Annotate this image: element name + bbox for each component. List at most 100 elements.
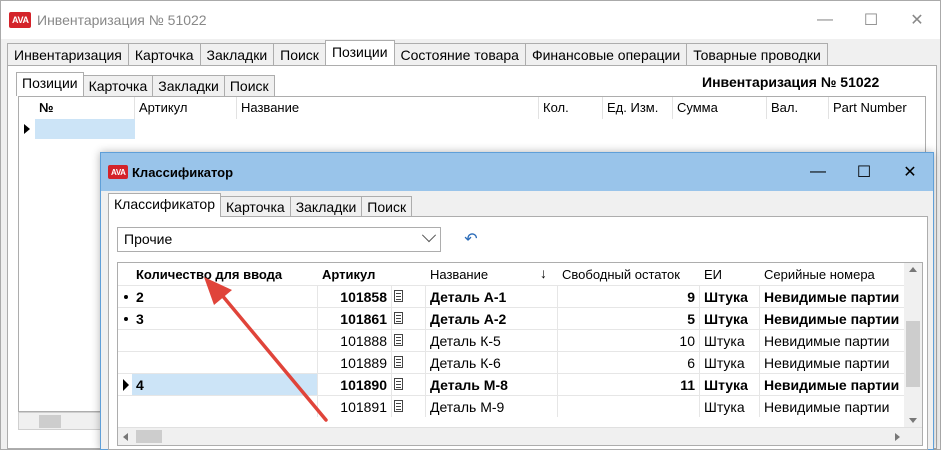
col-header-unit[interactable]: Ед. Изм. — [603, 97, 673, 119]
main-titlebar: АVА Инвентаризация № 51022 — ☐ ✕ — [1, 1, 940, 39]
col-header-name[interactable]: Название — [237, 97, 539, 119]
document-icon[interactable] — [394, 378, 403, 390]
tab-inventory[interactable]: Инвентаризация — [7, 43, 129, 65]
col-header-sum[interactable]: Сумма — [673, 97, 767, 119]
inner-tab-search[interactable]: Поиск — [223, 75, 275, 96]
row-marker-dot-icon — [124, 295, 128, 299]
classifier-hscrollbar[interactable] — [118, 427, 922, 445]
col-header-unit[interactable]: ЕИ — [700, 263, 760, 285]
category-select-value: Прочие — [124, 231, 173, 247]
cell-qty-input[interactable]: 2 — [132, 286, 318, 307]
tab-goods-postings[interactable]: Товарные проводки — [686, 43, 828, 65]
col-header-part-number[interactable]: Part Number — [829, 97, 925, 119]
table-row[interactable]: 101888 Деталь К-5 10 Штука Невидимые партии — [118, 329, 908, 351]
scroll-down-icon[interactable] — [909, 418, 917, 423]
refresh-icon[interactable]: ↶ — [462, 231, 480, 249]
cell-unit: Штука — [700, 330, 760, 351]
scroll-right-icon[interactable] — [895, 433, 900, 441]
maximize-icon[interactable]: ☐ — [848, 1, 894, 39]
cell-unit: Штука — [700, 374, 760, 395]
cell-free-stock: 11 — [558, 374, 700, 395]
inner-tabs: Позиции Карточка Закладки Поиск — [16, 72, 275, 96]
col-header-num[interactable]: № — [35, 97, 135, 119]
document-icon[interactable] — [394, 334, 403, 346]
close-icon[interactable]: ✕ — [894, 1, 940, 39]
col-header-serials[interactable]: Серийные номера — [760, 263, 910, 285]
table-row[interactable]: 3 101861 Деталь А-2 5 Штука Невидимые партии — [118, 307, 908, 329]
table-row[interactable]: 2 101858 Деталь А-1 9 Штука Невидимые партии — [118, 285, 908, 307]
cell-free-stock: 10 — [558, 330, 700, 351]
app-logo-icon: АVА — [9, 12, 31, 28]
dlg-tab-card[interactable]: Карточка — [220, 196, 291, 217]
cell-qty-input[interactable]: 4 — [132, 374, 318, 395]
col-header-article[interactable]: Артикул — [318, 263, 388, 285]
dialog-titlebar: АVА Классификатор — ☐ ✕ — [101, 153, 933, 191]
scroll-up-icon[interactable] — [909, 267, 917, 272]
cell-article: 101888 — [318, 330, 392, 351]
main-window-title: Инвентаризация № 51022 — [37, 12, 207, 28]
classifier-vscroll-thumb[interactable] — [906, 321, 920, 387]
classifier-hscroll-thumb[interactable] — [136, 430, 162, 443]
selected-cell[interactable] — [35, 119, 135, 139]
classifier-grid[interactable]: Количество для ввода Артикул Название ↓ … — [117, 262, 923, 446]
dialog-close-icon[interactable]: ✕ — [887, 153, 933, 191]
col-header-qty-input[interactable]: Количество для ввода — [132, 263, 318, 285]
dialog-tabs: Классификатор Карточка Закладки Поиск — [108, 193, 413, 217]
current-row-indicator-icon — [24, 124, 30, 134]
sort-desc-icon: ↓ — [540, 265, 547, 281]
document-icon[interactable] — [394, 400, 403, 412]
inner-tab-bookmarks[interactable]: Закладки — [152, 75, 225, 96]
cell-article: 101890 — [318, 374, 392, 395]
tab-positions[interactable]: Позиции — [324, 40, 395, 65]
cell-unit: Штука — [700, 396, 760, 417]
table-row[interactable]: 101889 Деталь К-6 6 Штука Невидимые партии — [118, 351, 908, 373]
dialog-maximize-icon[interactable]: ☐ — [841, 153, 887, 191]
minimize-icon[interactable]: — — [802, 1, 848, 39]
positions-hscroll-thumb[interactable] — [39, 415, 61, 428]
document-icon[interactable] — [394, 312, 403, 324]
cell-serials: Невидимые партии — [760, 374, 908, 395]
cell-article: 101858 — [318, 286, 392, 307]
scroll-left-icon[interactable] — [123, 433, 128, 441]
cell-serials: Невидимые партии — [760, 286, 908, 307]
inner-tab-card[interactable]: Карточка — [82, 75, 154, 96]
category-select[interactable]: Прочие — [117, 227, 441, 252]
tab-card[interactable]: Карточка — [127, 43, 201, 65]
tab-goods-state[interactable]: Состояние товара — [393, 43, 526, 65]
classifier-panel: Прочие ↶ Количество для ввода Артикул На… — [108, 216, 928, 450]
inner-tab-positions[interactable]: Позиции — [16, 72, 84, 96]
cell-name: Деталь К-5 — [426, 330, 558, 351]
cell-serials: Невидимые партии — [760, 396, 908, 417]
dlg-tab-bookmarks[interactable]: Закладки — [289, 196, 363, 217]
dialog-minimize-icon[interactable]: — — [795, 153, 841, 191]
dlg-tab-search[interactable]: Поиск — [361, 196, 413, 217]
table-row[interactable]: 101891 Деталь М-9 Штука Невидимые партии — [118, 395, 908, 417]
dlg-tab-classifier[interactable]: Классификатор — [108, 193, 222, 217]
cell-free-stock: 5 — [558, 308, 700, 329]
col-header-article[interactable]: Артикул — [135, 97, 237, 119]
classifier-vscrollbar[interactable] — [904, 263, 922, 427]
document-title: Инвентаризация № 51022 — [702, 74, 880, 90]
tab-financial-ops[interactable]: Финансовые операции — [524, 43, 688, 65]
col-header-currency[interactable]: Вал. — [767, 97, 829, 119]
col-header-qty[interactable]: Кол. — [539, 97, 603, 119]
cell-name: Деталь А-2 — [426, 308, 558, 329]
document-icon[interactable] — [394, 290, 403, 302]
tab-bookmarks[interactable]: Закладки — [199, 43, 275, 65]
col-header-name[interactable]: Название — [426, 263, 548, 285]
cell-qty-input[interactable] — [132, 330, 318, 351]
cell-article: 101889 — [318, 352, 392, 373]
col-header-free-stock[interactable]: Свободный остаток — [558, 263, 700, 285]
document-icon[interactable] — [394, 356, 403, 368]
cell-qty-input[interactable] — [132, 352, 318, 373]
dialog-logo-icon: АVА — [108, 165, 128, 179]
cell-name: Деталь М-8 — [426, 374, 558, 395]
main-tabs: Инвентаризация Карточка Закладки Поиск П… — [1, 39, 940, 65]
cell-serials: Невидимые партии — [760, 330, 908, 351]
tab-search[interactable]: Поиск — [273, 43, 326, 65]
chevron-down-icon[interactable] — [421, 228, 437, 243]
cell-qty-input[interactable] — [132, 396, 318, 417]
cell-free-stock — [558, 396, 700, 417]
table-row[interactable]: 4 101890 Деталь М-8 11 Штука Невидимые партии — [118, 373, 908, 395]
cell-qty-input[interactable]: 3 — [132, 308, 318, 329]
